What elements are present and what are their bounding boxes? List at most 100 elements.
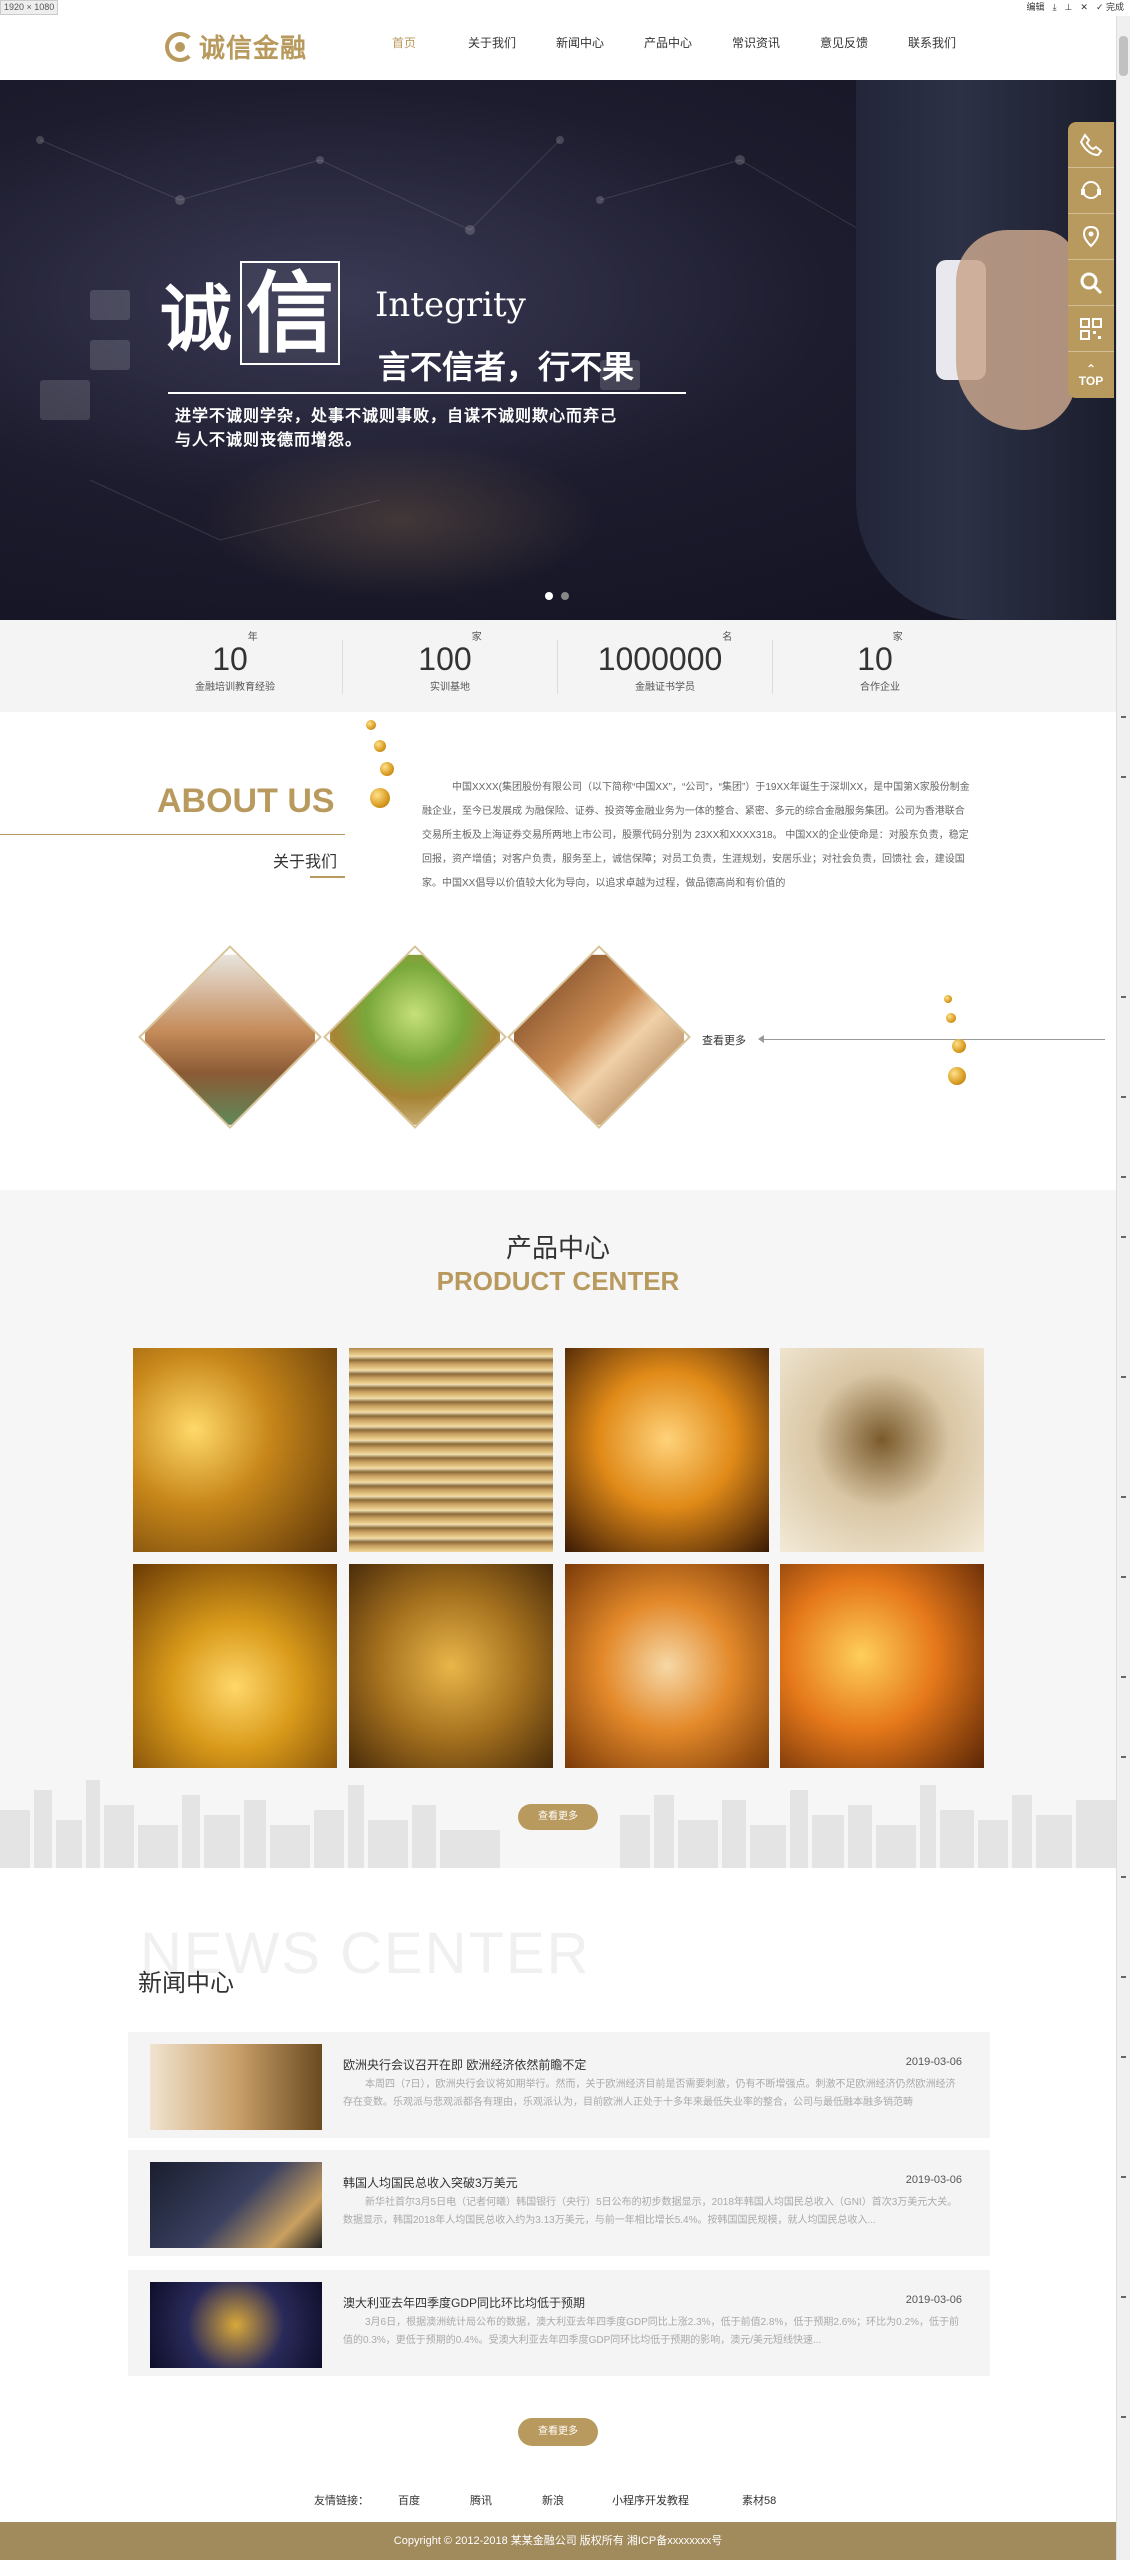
about-image-cubes[interactable]	[507, 945, 691, 1129]
news-item-title[interactable]: 韩国人均国民总收入突破3万美元	[343, 2174, 518, 2191]
news-item-summary: 本周四（7日），欧洲央行会议将如期举行。然而，关于欧洲经济目前是否需要刺激，仍有…	[343, 2079, 956, 2108]
about-description: 中国XXXX(集团股份有限公司（以下简称“中国XX”，“公司”，“集团”）于19…	[422, 782, 970, 889]
slogan-line-1: 进学不诚则学杂，处事不诚则事败，自谋不诚则欺心而弃己	[175, 406, 618, 425]
stat-divider	[772, 640, 773, 694]
search-icon[interactable]	[1068, 260, 1114, 306]
product-tile-dollar-sign[interactable]	[780, 1348, 984, 1552]
nav-item-knowledge[interactable]: 常识资讯	[712, 16, 800, 80]
news-item-title[interactable]: 欧洲央行会议召开在即 欧洲经济依然前瞻不定	[343, 2056, 586, 2073]
product-tile-ancient-coins[interactable]	[349, 1564, 553, 1768]
editor-toolbar: 1920 × 1080 编辑 ⤓ ⊥ ✕ ✓ 完成	[0, 0, 1130, 16]
qr-code-icon[interactable]	[1068, 306, 1114, 352]
about-title-en: ABOUT US	[157, 782, 335, 820]
edit-button[interactable]: 编辑	[1027, 2, 1045, 13]
screen-size-tag: 1920 × 1080	[0, 0, 59, 15]
news-item-title[interactable]: 澳大利亚去年四季度GDP同比环比均低于预期	[343, 2294, 585, 2311]
product-tile-dollar-3d[interactable]	[565, 1564, 769, 1768]
location-icon[interactable]	[1068, 214, 1114, 260]
nav-item-home[interactable]: 首页	[360, 16, 448, 80]
news-item-date: 2019-03-06	[905, 2294, 962, 2306]
more-divider-line	[760, 1039, 1105, 1040]
stat-label: 实训基地	[430, 682, 470, 693]
nav-item-news[interactable]: 新闻中心	[536, 16, 624, 80]
friend-links: 友情链接： 百度 腾讯 新浪 小程序开发教程 素材58	[0, 2492, 1116, 2512]
carousel-dot-1[interactable]	[545, 592, 553, 600]
nav-item-about[interactable]: 关于我们	[448, 16, 536, 80]
stat-number: 1000000	[597, 641, 723, 677]
product-title-en: PRODUCT CENTER	[436, 1266, 680, 1296]
slogan-char-1: 诚	[160, 276, 233, 361]
friend-link[interactable]: 百度	[398, 2492, 420, 2508]
slogan-english: Integrity	[375, 285, 526, 325]
done-button[interactable]: ✓ 完成	[1096, 2, 1124, 13]
news-item[interactable]: 韩国人均国民总收入突破3万美元 2019-03-06 新华社首尔3月5日电（记者…	[128, 2150, 990, 2256]
logo-mark-icon	[165, 31, 195, 62]
product-tile-coin-pile[interactable]	[780, 1564, 984, 1768]
stat-label: 金融培训教育经验	[195, 682, 275, 693]
page-scrollbar[interactable]	[1116, 16, 1130, 2560]
done-label: 完成	[1105, 2, 1124, 12]
product-tile-gold-coins[interactable]	[133, 1348, 337, 1552]
pin-icon[interactable]: ⊥	[1065, 2, 1073, 13]
product-tile-scattered-coins[interactable]	[133, 1564, 337, 1768]
close-icon[interactable]: ✕	[1080, 2, 1088, 13]
hero-banner[interactable]: 诚 信 Integrity 言不信者，行不果 进学不诚则学杂，处事不诚则事败，自…	[0, 80, 1116, 620]
site-logo[interactable]: 诚信金融	[165, 28, 307, 65]
news-item[interactable]: 欧洲央行会议召开在即 欧洲经济依然前瞻不定 2019-03-06 本周四（7日）…	[128, 2032, 990, 2138]
friend-link[interactable]: 素材58	[742, 2492, 776, 2508]
product-tile-banknotes[interactable]	[565, 1348, 769, 1552]
editor-tools: 编辑 ⤓ ⊥ ✕ ✓ 完成	[1027, 2, 1124, 13]
friend-link[interactable]: 腾讯	[470, 2492, 492, 2508]
about-image-house[interactable]	[138, 945, 322, 1129]
news-thumbnail	[150, 2044, 322, 2130]
nav-item-contact[interactable]: 联系我们	[888, 16, 976, 80]
carousel-dot-2[interactable]	[561, 592, 569, 600]
news-title: 新闻中心	[138, 1970, 234, 1997]
back-to-top-label: TOP	[1078, 374, 1104, 388]
slogan-subtitle: 言不信者，行不果	[378, 348, 635, 386]
falling-coins-decoration	[360, 720, 394, 820]
stat-item: 10家 合作企业	[800, 632, 960, 693]
news-item-date: 2019-03-06	[905, 2056, 962, 2068]
stat-label: 金融证书学员	[635, 682, 695, 693]
stat-number: 10	[212, 641, 248, 677]
customer-service-icon[interactable]	[1068, 168, 1114, 214]
about-title-cn: 关于我们	[273, 854, 338, 871]
stats-bar: 10年 金融培训教育经验 100家 实训基地 1000000名 金融证书学员 1…	[0, 620, 1116, 712]
stat-item: 1000000名 金融证书学员	[585, 632, 745, 693]
news-thumbnail	[150, 2162, 322, 2248]
hand-image	[956, 230, 1076, 430]
falling-coins-decoration	[938, 995, 972, 1095]
friend-link[interactable]: 小程序开发教程	[612, 2492, 689, 2508]
stat-unit: 家	[471, 632, 482, 643]
news-item-summary: 新华社首尔3月5日电（记者何曦）韩国银行（央行）5日公布的初步数据显示，2018…	[343, 2197, 958, 2226]
about-subtitle-underline	[310, 876, 345, 878]
friend-links-label: 友情链接：	[314, 2495, 369, 2507]
friend-link[interactable]: 新浪	[542, 2492, 564, 2508]
phone-icon[interactable]	[1068, 122, 1114, 168]
back-to-top-button[interactable]: ⌃ TOP	[1068, 352, 1114, 398]
stat-label: 合作企业	[860, 682, 900, 693]
product-tile-coin-stacks[interactable]	[349, 1348, 553, 1552]
stat-item: 100家 实训基地	[370, 632, 530, 693]
nav-item-products[interactable]: 产品中心	[624, 16, 712, 80]
download-icon[interactable]: ⤓	[1053, 2, 1057, 13]
news-more-button[interactable]: 查看更多	[518, 2418, 598, 2446]
about-more-link[interactable]: 查看更多	[702, 1032, 746, 1048]
site-header: 诚信金融 首页 关于我们 新闻中心 产品中心 常识资讯 意见反馈 联系我们	[0, 16, 1116, 80]
stat-item: 10年 金融培训教育经验	[155, 632, 315, 693]
stat-divider	[342, 640, 343, 694]
carousel-dots	[545, 592, 569, 600]
stat-number: 10	[857, 641, 893, 677]
stat-unit: 年	[247, 632, 258, 643]
nav-item-feedback[interactable]: 意见反馈	[800, 16, 888, 80]
scrollbar-thumb[interactable]	[1119, 36, 1128, 76]
slogan-char-2-box: 信	[240, 261, 341, 365]
product-more-button[interactable]: 查看更多	[518, 1804, 598, 1830]
main-nav: 首页 关于我们 新闻中心 产品中心 常识资讯 意见反馈 联系我们	[360, 16, 976, 80]
about-title-rule	[0, 834, 345, 835]
news-item-summary: 3月6日，根据澳洲统计局公布的数据，澳大利亚去年四季度GDP同比上涨2.3%，低…	[343, 2317, 959, 2346]
about-image-plant-coins[interactable]	[323, 945, 507, 1129]
news-item[interactable]: 澳大利亚去年四季度GDP同比环比均低于预期 2019-03-06 3月6日，根据…	[128, 2270, 990, 2376]
stat-unit: 家	[892, 632, 903, 643]
